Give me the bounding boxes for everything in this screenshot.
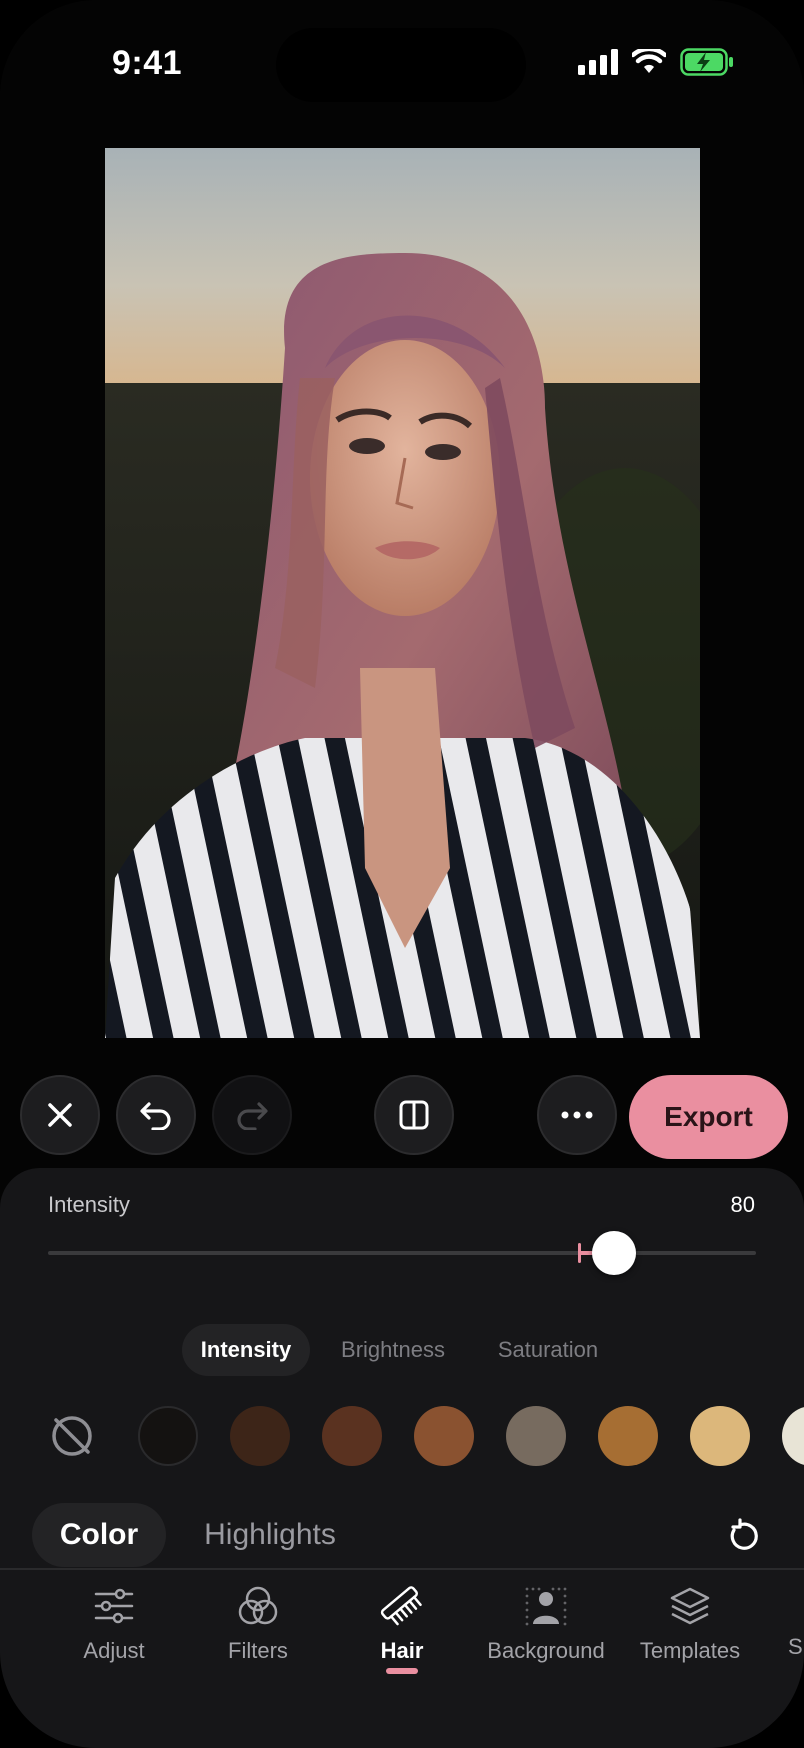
swatch-honey-blonde[interactable] xyxy=(690,1406,750,1466)
cellular-signal-icon xyxy=(578,49,618,75)
swatch-caramel[interactable] xyxy=(598,1406,658,1466)
nav-active-indicator xyxy=(386,1668,418,1674)
swatch-platinum[interactable] xyxy=(782,1406,804,1466)
swatch-black[interactable] xyxy=(138,1406,198,1466)
hair-edit-panel: Intensity 80 Intensity Brightness Satura… xyxy=(0,1168,804,1748)
compare-icon xyxy=(399,1100,429,1130)
nav-templates-label: Templates xyxy=(639,1638,741,1663)
color-swatch-row xyxy=(0,1406,804,1468)
redo-icon xyxy=(237,1102,268,1130)
tab-highlights[interactable]: Highlights xyxy=(186,1503,354,1567)
export-button[interactable]: Export xyxy=(629,1075,788,1159)
intensity-slider[interactable] xyxy=(48,1228,756,1278)
swatch-ash-brown[interactable] xyxy=(506,1406,566,1466)
edited-photo[interactable] xyxy=(105,148,700,1038)
sliders-icon xyxy=(94,1588,134,1624)
nav-hair[interactable]: Hair xyxy=(327,1580,477,1680)
nav-hair-label: Hair xyxy=(380,1638,424,1663)
more-button[interactable] xyxy=(537,1075,617,1155)
battery-charging-icon xyxy=(680,48,733,76)
nav-divider xyxy=(0,1568,804,1570)
no-color-icon[interactable] xyxy=(46,1410,98,1462)
slider-thumb[interactable] xyxy=(592,1231,636,1275)
status-icons xyxy=(578,48,734,76)
phone-screen: 9:41 Export Intensity 80 Intensity Brigh… xyxy=(0,0,804,1748)
person-background-icon xyxy=(525,1587,567,1626)
segment-brightness[interactable]: Brightness xyxy=(322,1324,464,1376)
editor-toolbar: Export xyxy=(0,1075,804,1159)
undo-icon xyxy=(140,1102,171,1130)
segment-intensity[interactable]: Intensity xyxy=(182,1324,310,1376)
comb-icon xyxy=(380,1586,422,1626)
nav-filters-label: Filters xyxy=(228,1638,288,1663)
slider-default-marker xyxy=(578,1243,581,1263)
close-button[interactable] xyxy=(20,1075,100,1155)
slider-track xyxy=(48,1251,756,1255)
swatch-brown[interactable] xyxy=(322,1406,382,1466)
nav-templates[interactable]: Templates xyxy=(615,1580,765,1680)
intensity-label: Intensity xyxy=(48,1192,130,1217)
segment-saturation[interactable]: Saturation xyxy=(476,1324,620,1376)
nav-adjust-label: Adjust xyxy=(83,1638,145,1663)
wifi-icon xyxy=(632,49,666,73)
nav-filters[interactable]: Filters xyxy=(183,1580,333,1680)
nav-background-label: Background xyxy=(487,1638,605,1663)
tab-color[interactable]: Color xyxy=(32,1503,166,1567)
more-dots-icon xyxy=(561,1111,593,1119)
intensity-value: 80 xyxy=(730,1192,755,1217)
dynamic-island xyxy=(276,28,526,102)
portrait-photo xyxy=(105,148,700,1038)
compare-button[interactable] xyxy=(374,1075,454,1155)
undo-button[interactable] xyxy=(116,1075,196,1155)
filters-icon xyxy=(238,1586,278,1625)
status-time: 9:41 xyxy=(112,44,183,82)
redo-button[interactable] xyxy=(212,1075,292,1155)
nav-background[interactable]: Background xyxy=(471,1580,621,1680)
swatch-dark-brown[interactable] xyxy=(230,1406,290,1466)
nav-adjust[interactable]: Adjust xyxy=(39,1580,189,1680)
reset-icon[interactable] xyxy=(726,1518,762,1554)
layers-icon xyxy=(670,1587,710,1625)
close-icon xyxy=(48,1103,72,1127)
nav-partial-item-label[interactable]: S xyxy=(788,1634,803,1660)
swatch-copper[interactable] xyxy=(414,1406,474,1466)
